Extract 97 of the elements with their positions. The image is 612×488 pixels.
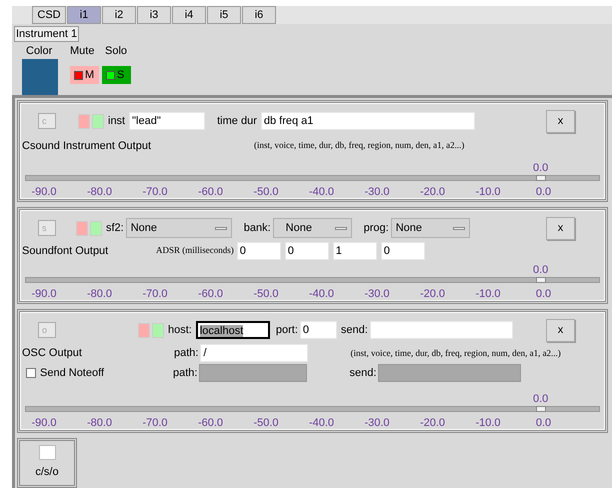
section-title: Csound Instrument Output xyxy=(22,138,152,154)
scale-label: -70.0 xyxy=(141,416,169,432)
scale-label: -40.0 xyxy=(308,185,336,200)
field-label: port: xyxy=(276,323,298,338)
field-label: inst xyxy=(108,114,126,129)
solo-toggle[interactable] xyxy=(92,114,104,128)
sf2-dropdown[interactable]: None xyxy=(126,218,232,238)
field-label: time dur xyxy=(217,114,257,129)
solo-label: Solo xyxy=(105,44,128,59)
add-module-button[interactable]: c/s/o xyxy=(17,438,77,488)
scale-label: -80.0 xyxy=(86,416,114,432)
scale-label: -50.0 xyxy=(252,416,280,432)
scale-label: -30.0 xyxy=(363,416,391,432)
field-label: bank: xyxy=(244,220,271,236)
adsr-label: ADSR (milliseconds) xyxy=(156,244,234,258)
dropdown-icon xyxy=(334,226,347,230)
input-field[interactable]: 1 xyxy=(332,242,377,260)
mute-toggle[interactable] xyxy=(78,114,90,128)
bank-dropdown[interactable]: None xyxy=(272,218,352,238)
slider-thumb[interactable] xyxy=(536,406,546,412)
color-label: Color xyxy=(26,44,52,59)
scale-label: -50.0 xyxy=(252,287,280,302)
scale-label: 0.0 xyxy=(534,287,552,302)
disabled-field: o xyxy=(38,322,56,338)
section-title: OSC Output xyxy=(22,346,83,362)
toggle-button[interactable]: M xyxy=(70,66,99,84)
slider-thumb[interactable] xyxy=(536,277,546,284)
dropdown-icon xyxy=(214,226,227,230)
field-label: send: xyxy=(340,323,368,338)
input-field[interactable]: localhost xyxy=(196,321,270,340)
tab[interactable]: i4 xyxy=(172,6,206,24)
mute-toggle[interactable] xyxy=(76,220,88,236)
scale-label: -90.0 xyxy=(30,287,58,302)
scale-label: -80.0 xyxy=(86,185,114,200)
field-label: prog: xyxy=(364,220,389,236)
scale-label: -20.0 xyxy=(418,416,446,432)
scale-label: -40.0 xyxy=(308,416,336,432)
slider-reading: 0.0 xyxy=(533,265,548,276)
scale-label: -60.0 xyxy=(196,185,224,200)
scale-label: -60.0 xyxy=(196,287,224,302)
scale-label: -70.0 xyxy=(141,287,169,302)
instrument-name: Instrument 1 xyxy=(14,26,80,42)
solo-toggle[interactable] xyxy=(90,220,102,236)
input-field[interactable]: 0 xyxy=(236,242,281,260)
scale-label: -50.0 xyxy=(252,185,280,200)
field-label: host: xyxy=(168,323,192,338)
tab[interactable]: i5 xyxy=(207,6,241,24)
input-field[interactable]: "lead" xyxy=(129,112,206,130)
scale-label: -20.0 xyxy=(418,287,446,302)
tab[interactable]: i6 xyxy=(242,6,276,24)
scale-label: -20.0 xyxy=(418,185,446,200)
hint-text: (inst, voice, time, dur, db, freq, region, num, den, a1, a2...) xyxy=(350,346,561,360)
scale-label: -70.0 xyxy=(141,185,169,200)
close-button[interactable]: x xyxy=(546,216,575,240)
tab[interactable]: CSD xyxy=(32,6,66,24)
color-swatch[interactable] xyxy=(22,59,58,95)
scale-label: -90.0 xyxy=(30,416,58,432)
input-field[interactable]: 0 xyxy=(284,242,329,260)
slider-thumb[interactable] xyxy=(536,175,546,182)
scale-label: 0.0 xyxy=(534,185,552,200)
mute-label: Mute xyxy=(70,44,94,59)
dropdown-icon xyxy=(452,226,465,230)
input-field[interactable]: db freq a1 xyxy=(260,112,475,130)
disabled-field: s xyxy=(38,220,56,236)
checkbox[interactable] xyxy=(26,368,36,378)
field-label: send: xyxy=(349,366,376,382)
field-label: sf2: xyxy=(106,220,124,236)
scale-label: -40.0 xyxy=(308,287,336,302)
field-label: path: xyxy=(174,346,198,362)
scale-label: 0.0 xyxy=(534,416,552,432)
mute-toggle[interactable] xyxy=(138,322,150,338)
scale-label: -10.0 xyxy=(474,185,502,200)
checkbox-label: Send Noteoff xyxy=(40,366,106,382)
input-field[interactable]: 0 xyxy=(380,242,425,260)
field-label: path: xyxy=(173,366,198,382)
slider-reading: 0.0 xyxy=(533,394,548,406)
prog-dropdown[interactable]: None xyxy=(390,218,470,238)
input-field[interactable]: / xyxy=(200,344,308,362)
close-button[interactable]: x xyxy=(546,318,575,342)
scale-label: -10.0 xyxy=(474,416,502,432)
input-field[interactable]: 0 xyxy=(300,321,337,340)
scale-label: -80.0 xyxy=(86,287,114,302)
section-title: Soundfont Output xyxy=(22,244,110,259)
hint-text: (inst, voice, time, dur, db, freq, region, num, den, a1, a2...) xyxy=(254,139,464,152)
scale-label: -90.0 xyxy=(30,185,58,200)
close-button[interactable]: x xyxy=(546,110,575,132)
tab[interactable]: i2 xyxy=(102,6,136,24)
solo-toggle[interactable] xyxy=(152,322,164,338)
toggle-button[interactable]: S xyxy=(102,66,131,84)
scale-label: -10.0 xyxy=(474,287,502,302)
scale-label: -30.0 xyxy=(363,287,391,302)
scale-label: -30.0 xyxy=(363,185,391,200)
slider-reading: 0.0 xyxy=(533,163,548,174)
disabled-field: c xyxy=(38,113,56,129)
tab[interactable]: i3 xyxy=(137,6,171,24)
tab[interactable]: i1 xyxy=(67,6,101,24)
scale-label: -60.0 xyxy=(196,416,224,432)
